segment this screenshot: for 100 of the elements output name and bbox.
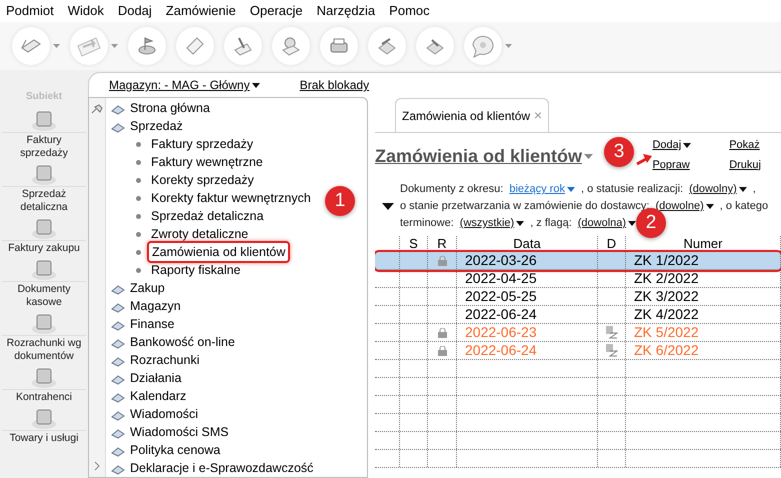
filter-dropdown[interactable]: (dowolna) <box>578 215 636 232</box>
tree-item[interactable]: Bankowość on-line <box>130 332 235 352</box>
filter-dropdown[interactable]: bieżący rok <box>509 181 575 198</box>
bullet-icon <box>136 214 141 218</box>
tree-item[interactable]: Polityka cenowa <box>130 440 220 460</box>
tree-item[interactable]: Zwroty detaliczne <box>151 224 248 244</box>
bullet-icon <box>136 250 141 254</box>
tree-item[interactable]: Magazyn <box>130 296 181 316</box>
filter-label: , o statusie realizacji: <box>580 182 684 197</box>
number-cell-text: ZK 6/2022 <box>634 341 699 360</box>
action-link[interactable]: Dodaj <box>652 137 692 154</box>
sidebar-item[interactable]: Rozrachunki wg dokumentów <box>2 311 86 363</box>
arrow-drawing <box>636 152 653 166</box>
menu-item[interactable]: Widok <box>68 1 104 21</box>
caret-icon[interactable] <box>53 44 60 48</box>
caret-icon <box>628 221 636 226</box>
sidebar-item[interactable]: Kontrahenci <box>2 365 86 404</box>
caret-icon <box>566 187 575 192</box>
tree-item[interactable]: Faktury wewnętrzne <box>151 152 263 172</box>
filter-label: , z flagą: <box>530 216 572 231</box>
tree-item[interactable]: Raporty fiskalne <box>151 260 241 280</box>
number-cell-text: ZK 1/2022 <box>634 251 699 270</box>
pin-icon[interactable] <box>91 104 103 114</box>
sidebar-item[interactable]: Dokumenty kasowe <box>2 257 86 309</box>
chevron-icon[interactable] <box>94 461 100 471</box>
table-row[interactable]: 2022-06-24 ZK 4/2022 <box>375 306 781 324</box>
tree-item[interactable]: Wiadomości <box>130 404 198 424</box>
page-title: Zamówienia od klientów <box>375 137 594 170</box>
caret-icon[interactable] <box>584 154 594 159</box>
caret-icon[interactable] <box>505 44 512 48</box>
date-cell-text: 2022-03-26 <box>465 251 537 270</box>
action-link[interactable]: Popraw <box>652 156 692 173</box>
table-row[interactable]: 2022-04-25 ZK 2/2022 <box>375 270 781 288</box>
toolbar-button[interactable] <box>176 27 214 65</box>
toolbar-button[interactable] <box>224 27 262 65</box>
filter-dropdown[interactable]: (dowolny) <box>689 181 747 198</box>
date-cell-text: 2022-06-24 <box>465 341 537 360</box>
date-cell-text: 2022-06-23 <box>465 323 537 342</box>
tree-item[interactable]: Strona główna <box>130 98 210 118</box>
tree-item[interactable]: Sprzedaż detaliczna <box>151 206 264 226</box>
sidebar-item[interactable]: Faktury zakupu <box>2 216 86 255</box>
caret-icon <box>252 82 260 88</box>
date-cell-text: 2022-06-24 <box>465 305 537 324</box>
toolbar-button[interactable] <box>464 27 502 65</box>
toolbar-button[interactable] <box>368 27 406 65</box>
table-row[interactable]: 2022-05-25 ZK 3/2022 <box>375 288 781 306</box>
toolbar-button[interactable] <box>416 27 454 65</box>
filter-label: , o katego <box>720 199 768 214</box>
filter-label: Dokumenty z okresu: <box>400 182 504 197</box>
tree-item[interactable]: Kalendarz <box>130 386 186 406</box>
warehouse-dropdown[interactable]: Magazyn: - MAG - Główny <box>109 76 260 94</box>
tree-item[interactable]: Działania <box>130 368 182 388</box>
toolbar-button[interactable] <box>12 27 50 65</box>
tab[interactable]: Zamówienia od klientów × <box>395 98 549 132</box>
bullet-icon <box>136 268 141 272</box>
number-cell-text: ZK 3/2022 <box>634 287 699 306</box>
action-link[interactable]: Pokaż <box>729 137 761 154</box>
number-cell-text: ZK 4/2022 <box>634 305 699 324</box>
sidebar-item[interactable]: Sprzedaż detaliczna <box>2 162 86 214</box>
bullet-icon <box>136 178 141 182</box>
tree-item[interactable]: Zamówienia od klientów <box>147 240 290 264</box>
bullet-icon <box>136 232 141 236</box>
tree-item[interactable]: Deklaracje i e-Sprawozdawczość <box>130 458 314 478</box>
caret-icon <box>516 221 524 226</box>
tree-item[interactable]: Sprzedaż <box>130 116 183 136</box>
collapse-icon[interactable] <box>382 202 394 210</box>
toolbar-button[interactable] <box>320 27 358 65</box>
bullet-icon <box>136 160 141 164</box>
caret-icon <box>706 204 714 209</box>
tree-item[interactable]: Rozrachunki <box>130 350 200 370</box>
table-row[interactable]: 2022-03-26 ZK 1/2022 <box>375 252 781 270</box>
tree-item[interactable]: Wiadomości SMS <box>130 422 229 442</box>
menu-item[interactable]: Podmiot <box>6 1 54 21</box>
tree-item[interactable]: Finanse <box>130 314 174 334</box>
help-icon <box>470 34 496 58</box>
tree-item[interactable]: Korekty sprzedaży <box>151 170 254 190</box>
menu-item[interactable]: Operacje <box>250 1 303 21</box>
menu-item[interactable]: Pomoc <box>389 1 430 21</box>
toolbar-button[interactable] <box>272 27 310 65</box>
date-cell-text: 2022-04-25 <box>465 269 537 288</box>
sidebar-item[interactable]: Towary i usługi <box>2 406 86 445</box>
bullet-icon <box>136 196 141 200</box>
lock-link[interactable]: Brak blokady <box>300 76 370 94</box>
menu-item[interactable]: Dodaj <box>118 1 152 21</box>
filter-label: , <box>752 182 756 197</box>
action-link[interactable]: Drukuj <box>729 156 761 173</box>
sidebar-item[interactable]: Faktury sprzedaży <box>2 108 86 160</box>
caret-icon <box>738 187 747 192</box>
tree-item[interactable]: Faktury sprzedaży <box>151 134 254 154</box>
caret-icon[interactable] <box>111 44 118 48</box>
toolbar-button[interactable] <box>128 27 166 65</box>
tree-item[interactable]: Zakup <box>130 278 165 298</box>
filter-dropdown[interactable]: (wszystkie) <box>460 215 524 232</box>
number-cell-text: ZK 2/2022 <box>634 269 699 288</box>
toolbar-button[interactable] <box>70 27 108 65</box>
number-cell-text: ZK 5/2022 <box>634 323 699 342</box>
menu-item[interactable]: Zamówienie <box>166 1 236 21</box>
tree-item[interactable]: Korekty faktur wewnętrznych <box>151 188 311 208</box>
menu-item[interactable]: Narzędzia <box>316 1 376 21</box>
bullet-icon <box>136 142 141 146</box>
